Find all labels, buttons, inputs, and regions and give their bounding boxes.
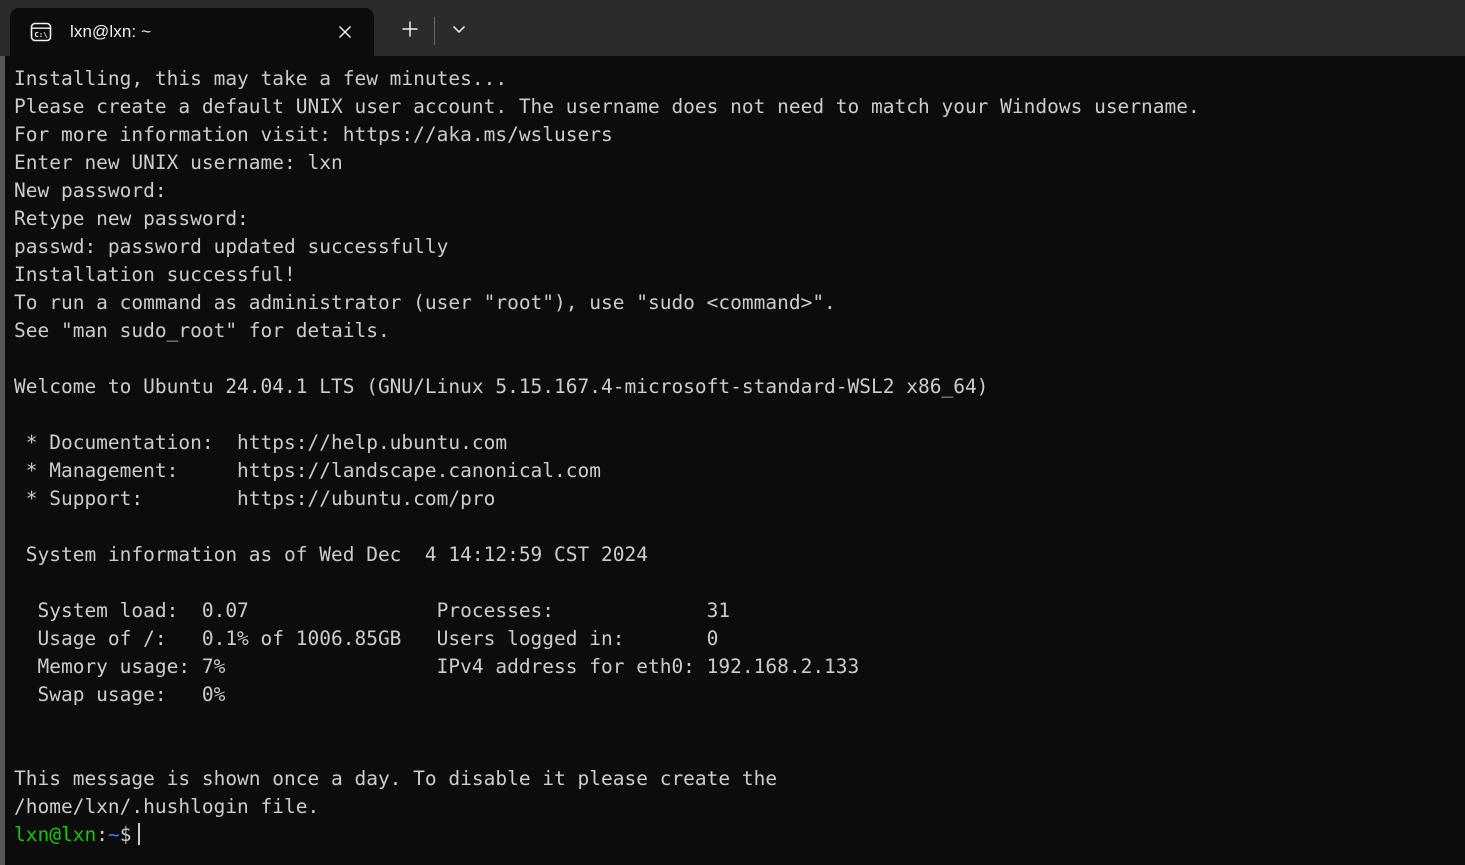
title-bar[interactable]: C:\ lxn@lxn: ~ (0, 0, 1465, 56)
terminal-line: passwd: password updated successfully (14, 235, 449, 258)
terminal-line: Usage of /: 0.1% of 1006.85GB Users logg… (14, 627, 719, 650)
terminal-line: Retype new password: (14, 207, 249, 230)
terminal-line: Installing, this may take a few minutes.… (14, 67, 508, 90)
tab-title: lxn@lxn: ~ (70, 22, 152, 41)
prompt-user-host: lxn@lxn (14, 823, 97, 846)
text-cursor (138, 823, 141, 845)
svg-text:C:\: C:\ (34, 30, 48, 39)
command-prompt-icon: C:\ (28, 19, 54, 45)
terminal-line: System information as of Wed Dec 4 14:12… (14, 543, 648, 566)
terminal-line: For more information visit: https://aka.… (14, 123, 613, 146)
terminal-output[interactable]: Installing, this may take a few minutes.… (5, 56, 1465, 865)
chevron-down-icon (449, 19, 469, 43)
tab-lxn[interactable]: C:\ lxn@lxn: ~ (10, 8, 374, 56)
tab-dropdown-button[interactable] (437, 9, 481, 53)
terminal-line: Please create a default UNIX user accoun… (14, 95, 1200, 118)
terminal-window: C:\ lxn@lxn: ~ Installing, this may take… (0, 0, 1465, 865)
tabbar-separator (434, 17, 435, 45)
terminal-line: This message is shown once a day. To dis… (14, 767, 778, 790)
terminal-line: New password: (14, 179, 167, 202)
terminal-line: See "man sudo_root" for details. (14, 319, 390, 342)
plus-icon (399, 18, 421, 44)
shell-prompt-line[interactable]: lxn@lxn:~$ (14, 821, 1465, 849)
terminal-line: * Documentation: https://help.ubuntu.com (14, 431, 508, 454)
terminal-line: Enter new UNIX username: lxn (14, 151, 343, 174)
terminal-line: Swap usage: 0% (14, 683, 226, 706)
terminal-line: /home/lxn/.hushlogin file. (14, 795, 320, 818)
terminal-line: Installation successful! (14, 263, 296, 286)
prompt-path: ~ (107, 823, 120, 846)
tab-strip: C:\ lxn@lxn: ~ (10, 0, 481, 56)
terminal-line: * Support: https://ubuntu.com/pro (14, 487, 496, 510)
terminal-line: Welcome to Ubuntu 24.04.1 LTS (GNU/Linux… (14, 375, 989, 398)
close-icon[interactable] (322, 12, 368, 52)
prompt-colon: : (96, 823, 108, 846)
terminal-body: Installing, this may take a few minutes.… (0, 56, 1465, 865)
new-tab-button[interactable] (388, 9, 432, 53)
terminal-line: System load: 0.07 Processes: 31 (14, 599, 731, 622)
terminal-line: To run a command as administrator (user … (14, 291, 836, 314)
terminal-line: * Management: https://landscape.canonica… (14, 459, 601, 482)
prompt-sigil: $ (119, 823, 132, 846)
terminal-line: Memory usage: 7% IPv4 address for eth0: … (14, 655, 860, 678)
